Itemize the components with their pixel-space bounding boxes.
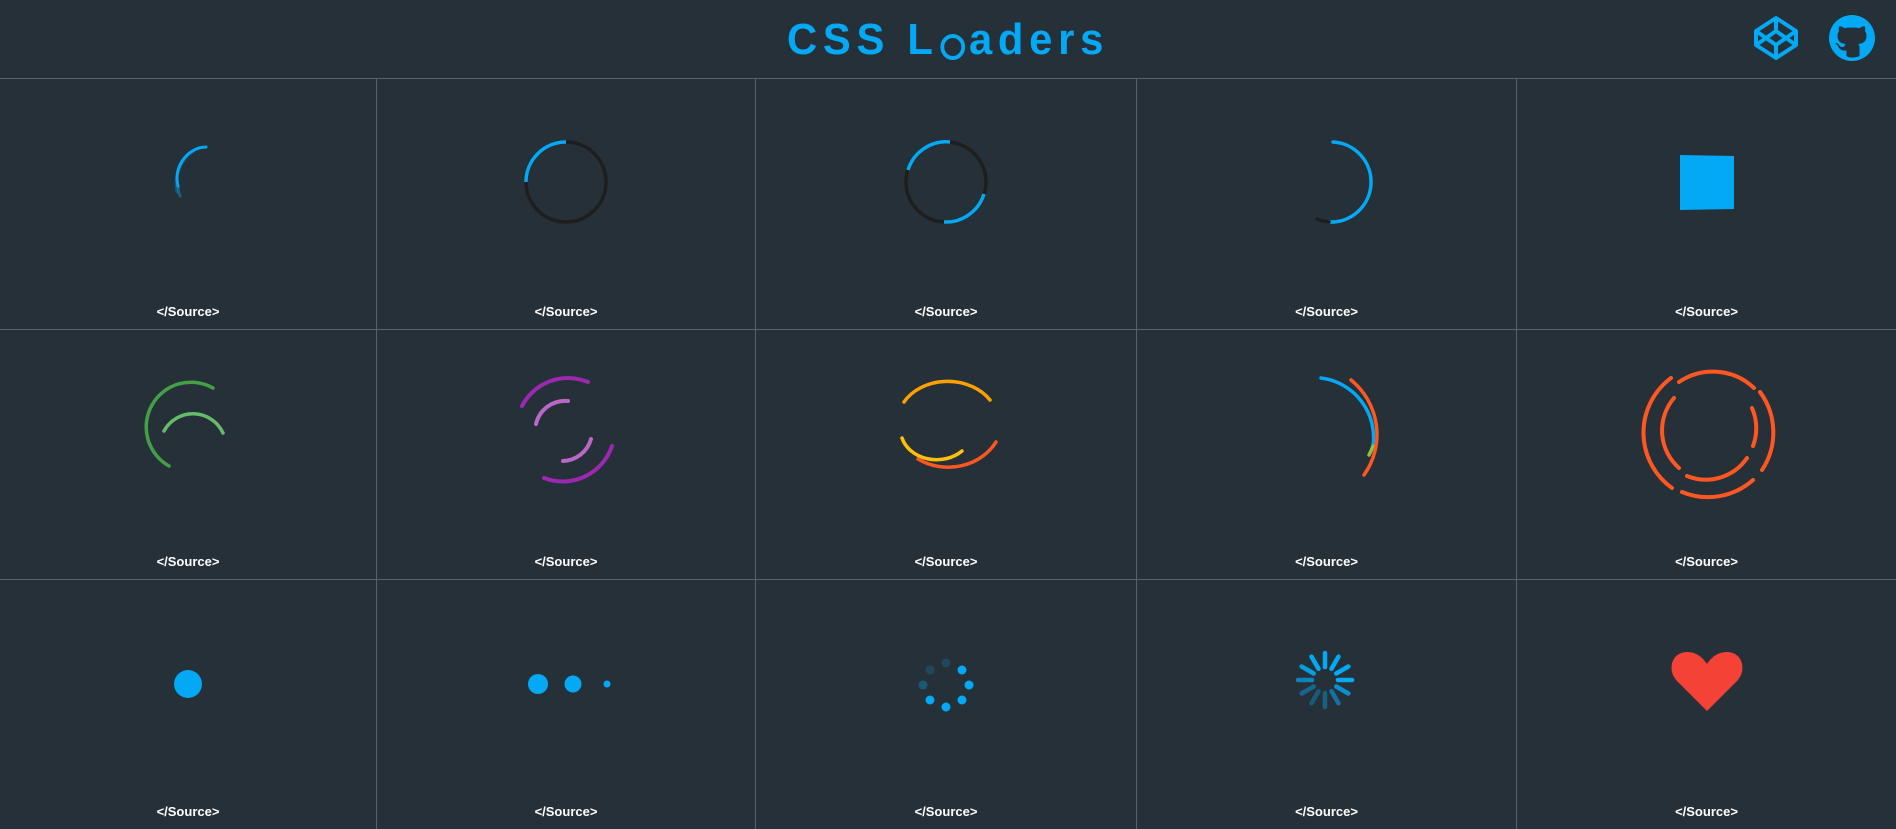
pulse-dot-icon: [174, 670, 202, 698]
spinner-gradient-arc-icon: [174, 145, 208, 198]
source-link[interactable]: </Source>: [0, 804, 376, 819]
header: CSS L aders: [0, 0, 1896, 79]
heart-icon: [1671, 652, 1742, 711]
source-link[interactable]: </Source>: [377, 304, 755, 319]
spinner-purple-arcs-icon: [520, 376, 614, 484]
rotating-square-icon: [1679, 155, 1734, 210]
source-link[interactable]: </Source>: [377, 554, 755, 569]
loader-card: </Source>: [1517, 79, 1896, 330]
loader-card: </Source>: [1517, 580, 1896, 829]
source-link[interactable]: </Source>: [1517, 554, 1896, 569]
source-link[interactable]: </Source>: [0, 554, 376, 569]
source-link[interactable]: </Source>: [756, 804, 1136, 819]
source-link[interactable]: </Source>: [1137, 304, 1516, 319]
spinner-orange-arcs-icon: [900, 379, 998, 469]
source-link[interactable]: </Source>: [756, 304, 1136, 319]
source-link[interactable]: </Source>: [1137, 554, 1516, 569]
loader-card: </Source>: [377, 580, 756, 829]
loader-card: </Source>: [0, 580, 377, 829]
loader-grid: </Source> </Source> </Source> </Source> …: [0, 79, 1896, 829]
loader-card: </Source>: [756, 330, 1137, 580]
source-link[interactable]: </Source>: [1517, 304, 1896, 319]
github-icon[interactable]: [1828, 14, 1876, 62]
three-dots-icon: [528, 674, 611, 694]
dot-circle-icon: [918, 658, 974, 712]
title-left: CSS L: [786, 15, 939, 64]
spinner-multicolor-arcs-icon: [1318, 376, 1379, 477]
codepen-icon[interactable]: [1752, 14, 1800, 62]
spinner-ring-icon: [524, 140, 608, 224]
source-link[interactable]: </Source>: [0, 304, 376, 319]
source-link[interactable]: </Source>: [1517, 804, 1896, 819]
line-spinner-icon: [1295, 650, 1354, 710]
loader-card: </Source>: [1137, 79, 1517, 330]
loader-card: </Source>: [756, 580, 1137, 829]
loader-card: </Source>: [377, 79, 756, 330]
loader-card: </Source>: [0, 330, 377, 580]
title-loader-o: [940, 34, 966, 60]
loader-card: </Source>: [1517, 330, 1896, 580]
loader-card: </Source>: [0, 79, 377, 330]
spinner-orange-rings-icon: [1641, 369, 1775, 500]
title-right: aders: [968, 15, 1110, 64]
loader-card: </Source>: [1137, 580, 1517, 829]
loader-card: </Source>: [377, 330, 756, 580]
page-title: CSS L aders: [47, 12, 1848, 68]
spinner-half-ring-icon: [1314, 140, 1373, 224]
source-link[interactable]: </Source>: [377, 804, 755, 819]
spinner-double-arc-icon: [904, 140, 988, 224]
source-link[interactable]: </Source>: [1137, 804, 1516, 819]
loader-card: </Source>: [1137, 330, 1517, 580]
source-link[interactable]: </Source>: [756, 554, 1136, 569]
spinner-green-arcs-icon: [144, 380, 225, 468]
loader-card: </Source>: [756, 79, 1137, 330]
